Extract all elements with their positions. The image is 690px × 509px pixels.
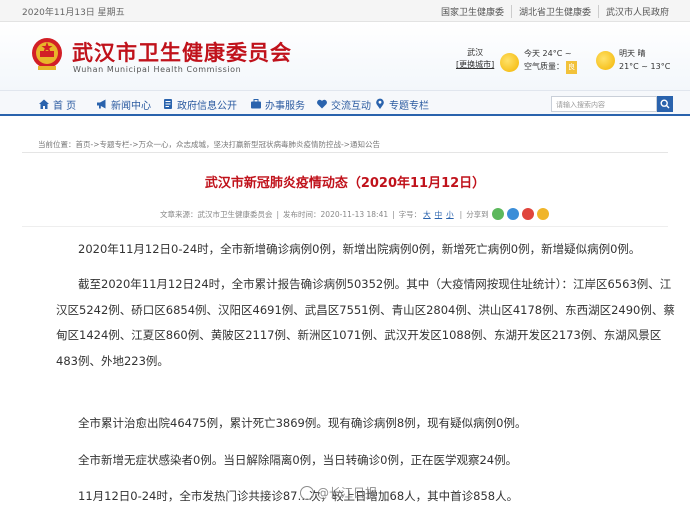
weather-tomorrow: 明天 晴 21°C ~ 13°C <box>619 47 670 73</box>
today-label: 今天 <box>524 49 540 58</box>
sunny-icon <box>500 53 519 72</box>
wechat-share-icon[interactable] <box>491 208 504 220</box>
tomorrow-condition: 晴 <box>637 49 646 58</box>
top-links: 国家卫生健康委 湖北省卫生健康委 武汉市人民政府 <box>434 5 676 18</box>
home-icon <box>39 99 49 109</box>
article-paragraph: 全市累计治愈出院46475例，累计死亡3869例。现有确诊病例8例，现有疑似病例… <box>78 416 527 430</box>
search-button[interactable] <box>657 96 673 112</box>
megaphone-icon <box>97 99 106 109</box>
share-label: 分享到 <box>466 209 489 219</box>
nav-label: 办事服务 <box>265 100 305 112</box>
site-subtitle: Wuhan Municipal Health Commission <box>73 65 242 74</box>
sunny-icon <box>596 51 615 70</box>
main-nav: 首 页 新闻中心 政府信息公开 办事服务 交流互动 专题专栏 请输入搜索内容 <box>0 90 690 116</box>
heart-icon <box>317 99 327 109</box>
font-size-large-button[interactable]: 大 <box>423 209 431 220</box>
site-title[interactable]: 武汉市卫生健康委员会 <box>72 37 292 67</box>
more-share-icon[interactable] <box>536 208 549 220</box>
article-paragraph: 2020年11月12日0-24时，全市新增确诊病例0例，新增出院病例0例，新增死… <box>78 242 641 256</box>
nav-item-news[interactable]: 新闻中心 <box>96 97 151 112</box>
nav-label: 专题专栏 <box>389 100 429 112</box>
article-paragraph: 全市新增无症状感染者0例。当日解除隔离0例，当日转确诊0例，正在医学观察24例。 <box>78 453 518 467</box>
nav-label: 新闻中心 <box>111 100 151 112</box>
watermark: @长江日报 <box>300 484 377 501</box>
nav-label: 政府信息公开 <box>177 100 237 112</box>
current-date: 2020年11月13日 星期五 <box>22 8 125 18</box>
search-input[interactable]: 请输入搜索内容 <box>551 96 657 112</box>
qzone-share-icon[interactable] <box>506 208 519 220</box>
article-paragraph: 截至2020年11月12日24时，全市累计报告确诊病例50352例。其中（大疫情… <box>56 277 675 368</box>
nav-label: 首 页 <box>53 100 77 112</box>
weather-city-name: 武汉 <box>467 48 484 57</box>
nav-item-gov-info[interactable]: 政府信息公开 <box>162 97 237 112</box>
site-header: 武汉市卫生健康委员会 Wuhan Municipal Health Commis… <box>0 22 690 90</box>
pin-icon <box>376 98 384 109</box>
nav-item-interaction[interactable]: 交流互动 <box>316 97 371 112</box>
nav-item-home[interactable]: 首 页 <box>38 97 77 112</box>
link-wuhan-government[interactable]: 武汉市人民政府 <box>597 5 676 18</box>
nav-label: 交流互动 <box>331 100 371 112</box>
top-utility-bar: 2020年11月13日 星期五 国家卫生健康委 湖北省卫生健康委 武汉市人民政府 <box>0 0 690 22</box>
briefcase-icon <box>251 99 261 109</box>
article-meta: 文章来源：武汉市卫生健康委员会 | 发布时间：2020-11-13 18:41 … <box>160 208 549 220</box>
change-city-link[interactable]: [更换城市] <box>456 59 494 71</box>
search-icon <box>660 99 670 109</box>
tomorrow-label: 明天 <box>619 49 635 58</box>
air-quality-label: 空气质量： <box>524 62 564 71</box>
divider <box>22 226 668 227</box>
link-national-health-commission[interactable]: 国家卫生健康委 <box>434 5 511 18</box>
document-icon <box>164 99 172 109</box>
breadcrumb[interactable]: 当前位置：首页->专题专栏->万众一心，众志成城，坚决打赢新型冠状病毒肺炎疫情防… <box>38 139 380 150</box>
weather-city: 武汉 [更换城市] <box>456 47 494 71</box>
watermark-text: @长江日报 <box>317 486 378 500</box>
article-source: 文章来源：武汉市卫生健康委员会 <box>160 209 273 219</box>
divider <box>22 152 668 153</box>
air-quality-badge: 良 <box>566 61 577 74</box>
link-hubei-health-commission[interactable]: 湖北省卫生健康委 <box>510 5 598 18</box>
tomorrow-temp: 21°C ~ 13°C <box>619 62 671 71</box>
weibo-share-icon[interactable] <box>521 208 534 220</box>
font-size-label: 字号： <box>398 209 422 219</box>
font-size-medium-button[interactable]: 中 <box>435 209 443 220</box>
nav-item-services[interactable]: 办事服务 <box>250 97 305 112</box>
weibo-logo-icon <box>300 485 314 500</box>
national-emblem-icon[interactable] <box>30 36 64 72</box>
font-size-small-button[interactable]: 小 <box>446 209 454 220</box>
article-published: 发布时间：2020-11-13 18:41 <box>283 209 389 219</box>
weather-today: 今天 24°C ~ 空气质量：良 <box>524 47 577 74</box>
nav-item-topics[interactable]: 专题专栏 <box>374 97 429 112</box>
today-temp: 24°C ~ <box>542 49 572 58</box>
article-title: 武汉市新冠肺炎疫情动态（2020年11月12日） <box>204 176 486 191</box>
